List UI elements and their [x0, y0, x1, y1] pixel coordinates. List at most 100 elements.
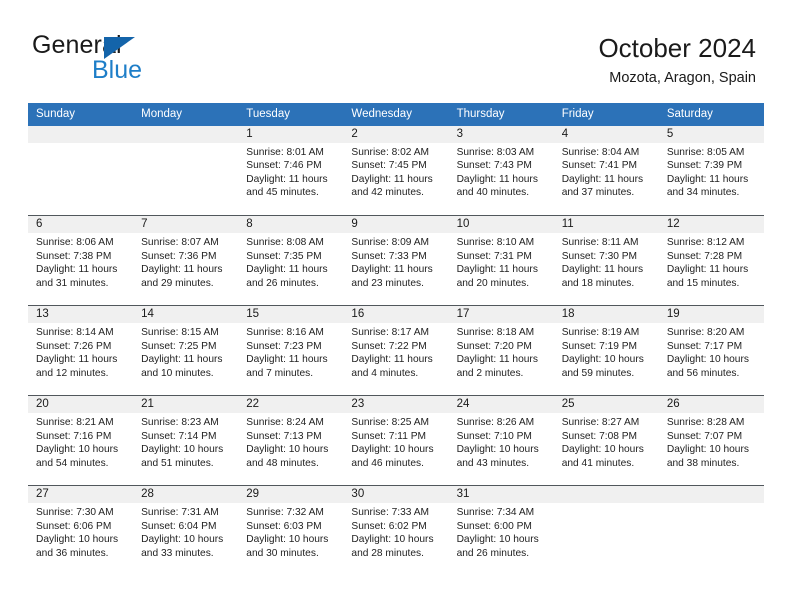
daylight-duration: Daylight: 10 hours and 28 minutes. — [351, 534, 434, 559]
calendar-day-cell[interactable]: 6 Sunrise: 8:06 AM Sunset: 7:38 PM Daylight… — [28, 215, 134, 306]
calendar-day-cell[interactable]: 17 Sunrise: 8:18 AM Sunset: 7:20 PM Dayligh… — [448, 305, 554, 396]
sunset-time: Sunset: 7:28 PM — [666, 250, 743, 262]
sunrise-time: Sunrise: 7:33 AM — [351, 507, 430, 519]
sunset-time: Sunset: 7:35 PM — [246, 250, 322, 262]
calendar-day-cell[interactable]: 31 Sunrise: 7:34 AM Sunset: 6:00 PM Dayligh… — [448, 485, 554, 576]
calendar-day-cell[interactable]: 13 Sunrise: 8:14 AM Sunset: 7:26 PM Dayligh… — [28, 305, 134, 396]
sunset-time: Sunset: 7:22 PM — [351, 340, 427, 352]
calendar-day-cell[interactable]: 8 Sunrise: 8:08 AM Sunset: 7:35 PM Daylight… — [238, 215, 344, 306]
day-cell-inner: 26 Sunrise: 8:28 AM Sunset: 7:07 PM Dayligh… — [658, 396, 764, 485]
day-cell-inner: 7 Sunrise: 8:07 AM Sunset: 7:36 PM Daylight… — [133, 216, 239, 305]
day-sun-info: Sunrise: 7:31 AM Sunset: 6:04 PM Daylight:… — [133, 503, 238, 560]
daylight-duration: Daylight: 11 hours and 45 minutes. — [246, 173, 328, 199]
calendar-day-cell[interactable]: 22 Sunrise: 8:24 AM Sunset: 7:13 PM Dayligh… — [238, 395, 344, 486]
sunrise-sunset-calendar: Sunday Monday Tuesday Wednesday Thursday… — [28, 103, 764, 576]
sunrise-time: Sunrise: 8:21 AM — [36, 417, 114, 429]
sunrise-time: Sunrise: 7:30 AM — [36, 507, 114, 519]
daylight-duration: Daylight: 10 hours and 41 minutes. — [561, 444, 644, 469]
day-sun-info: Sunrise: 7:32 AM Sunset: 6:03 PM Daylight:… — [238, 503, 343, 560]
sunset-time: Sunset: 7:19 PM — [561, 340, 638, 352]
sunrise-time: Sunrise: 8:26 AM — [456, 417, 535, 429]
sunrise-time: Sunrise: 8:04 AM — [561, 146, 640, 158]
general-blue-logo[interactable]: General Blue — [32, 33, 272, 89]
calendar-day-cell[interactable]: 19 Sunrise: 8:20 AM Sunset: 7:17 PM Dayligh… — [658, 305, 764, 396]
sunrise-time: Sunrise: 8:14 AM — [36, 327, 114, 339]
sunrise-time: Sunrise: 8:16 AM — [246, 327, 324, 339]
calendar-day-cell[interactable]: 3 Sunrise: 8:03 AM Sunset: 7:43 PM Daylight… — [448, 125, 554, 216]
daylight-duration: Daylight: 11 hours and 18 minutes. — [561, 264, 644, 289]
day-sun-info: Sunrise: 8:15 AM Sunset: 7:25 PM Daylight:… — [133, 323, 238, 380]
calendar-day-cell[interactable]: 28 Sunrise: 7:31 AM Sunset: 6:04 PM Dayligh… — [133, 485, 239, 576]
calendar-day-cell[interactable]: 12 Sunrise: 8:12 AM Sunset: 7:28 PM Dayligh… — [658, 215, 764, 306]
sunrise-time: Sunrise: 8:03 AM — [456, 146, 535, 158]
day-sun-info: Sunrise: 8:19 AM Sunset: 7:19 PM Daylight:… — [554, 323, 659, 380]
calendar-day-cell[interactable]: 9 Sunrise: 8:09 AM Sunset: 7:33 PM Daylight… — [343, 215, 449, 306]
calendar-day-cell[interactable]: 14 Sunrise: 8:15 AM Sunset: 7:25 PM Dayligh… — [133, 305, 239, 396]
daylight-duration: Daylight: 10 hours and 59 minutes. — [561, 354, 644, 379]
calendar-day-cell[interactable]: 15 Sunrise: 8:16 AM Sunset: 7:23 PM Dayligh… — [238, 305, 344, 396]
sunset-time: Sunset: 6:00 PM — [456, 520, 532, 532]
day-number: 2 — [343, 125, 449, 143]
calendar-day-cell[interactable]: 16 Sunrise: 8:17 AM Sunset: 7:22 PM Dayligh… — [343, 305, 449, 396]
daylight-duration: Daylight: 11 hours and 37 minutes. — [561, 173, 644, 199]
calendar-day-cell[interactable]: 29 Sunrise: 7:32 AM Sunset: 6:03 PM Dayligh… — [238, 485, 344, 576]
calendar-cell-empty — [553, 485, 659, 576]
sunset-time: Sunset: 7:17 PM — [666, 340, 743, 352]
day-cell-inner: 18 Sunrise: 8:19 AM Sunset: 7:19 PM Dayligh… — [553, 306, 659, 395]
day-sun-info: Sunrise: 8:03 AM Sunset: 7:43 PM Daylight:… — [449, 143, 554, 200]
sunrise-time: Sunrise: 8:09 AM — [351, 237, 430, 249]
page-header: General Blue October 2024 Mozota, Aragon… — [0, 0, 792, 96]
day-number: 10 — [448, 216, 554, 234]
calendar-day-cell[interactable]: 10 Sunrise: 8:10 AM Sunset: 7:31 PM Dayligh… — [448, 215, 554, 306]
day-sun-info: Sunrise: 8:14 AM Sunset: 7:26 PM Daylight:… — [28, 323, 133, 380]
sunset-time: Sunset: 7:39 PM — [666, 160, 743, 172]
day-cell-inner: 23 Sunrise: 8:25 AM Sunset: 7:11 PM Dayligh… — [343, 396, 449, 485]
day-cell-inner: 25 Sunrise: 8:27 AM Sunset: 7:08 PM Dayligh… — [553, 396, 659, 485]
calendar-day-cell[interactable]: 24 Sunrise: 8:26 AM Sunset: 7:10 PM Dayligh… — [448, 395, 554, 486]
calendar-day-cell[interactable]: 30 Sunrise: 7:33 AM Sunset: 6:02 PM Dayligh… — [343, 485, 449, 576]
day-number: 27 — [28, 486, 134, 504]
sunset-time: Sunset: 7:46 PM — [246, 160, 322, 172]
sunset-time: Sunset: 6:03 PM — [246, 520, 322, 532]
day-number — [28, 125, 134, 143]
daylight-duration: Daylight: 10 hours and 36 minutes. — [36, 534, 119, 559]
day-cell-inner: 29 Sunrise: 7:32 AM Sunset: 6:03 PM Dayligh… — [238, 486, 344, 576]
daylight-duration: Daylight: 10 hours and 46 minutes. — [351, 444, 434, 469]
calendar-day-cell[interactable]: 1 Sunrise: 8:01 AM Sunset: 7:46 PM Daylight… — [238, 125, 344, 216]
calendar-day-cell[interactable]: 18 Sunrise: 8:19 AM Sunset: 7:19 PM Dayligh… — [553, 305, 659, 396]
day-cell-inner: 19 Sunrise: 8:20 AM Sunset: 7:17 PM Dayligh… — [658, 306, 764, 395]
day-cell-inner: 22 Sunrise: 8:24 AM Sunset: 7:13 PM Dayligh… — [238, 396, 344, 485]
day-number: 23 — [343, 396, 449, 414]
day-sun-info: Sunrise: 8:26 AM Sunset: 7:10 PM Daylight:… — [449, 413, 554, 470]
sunset-time: Sunset: 7:23 PM — [246, 340, 322, 352]
day-sun-info: Sunrise: 8:28 AM Sunset: 7:07 PM Daylight:… — [659, 413, 764, 470]
calendar-day-cell[interactable]: 25 Sunrise: 8:27 AM Sunset: 7:08 PM Dayligh… — [553, 395, 659, 486]
calendar-cell-empty — [28, 125, 134, 216]
calendar-day-cell[interactable]: 5 Sunrise: 8:05 AM Sunset: 7:39 PM Daylight… — [658, 125, 764, 216]
sunrise-time: Sunrise: 8:18 AM — [456, 327, 535, 339]
calendar-day-cell[interactable]: 11 Sunrise: 8:11 AM Sunset: 7:30 PM Dayligh… — [553, 215, 659, 306]
day-number: 26 — [658, 396, 764, 414]
calendar-day-cell[interactable]: 20 Sunrise: 8:21 AM Sunset: 7:16 PM Dayligh… — [28, 395, 134, 486]
sunset-time: Sunset: 7:14 PM — [141, 430, 217, 442]
sunset-time: Sunset: 7:41 PM — [561, 160, 638, 172]
calendar-week-row: 20 Sunrise: 8:21 AM Sunset: 7:16 PM Dayligh… — [28, 395, 764, 486]
day-number — [133, 125, 239, 143]
calendar-day-cell[interactable]: 27 Sunrise: 7:30 AM Sunset: 6:06 PM Dayligh… — [28, 485, 134, 576]
daylight-duration: Daylight: 11 hours and 26 minutes. — [246, 264, 328, 289]
calendar-day-cell[interactable]: 21 Sunrise: 8:23 AM Sunset: 7:14 PM Dayligh… — [133, 395, 239, 486]
day-number: 3 — [448, 125, 554, 143]
calendar-day-cell[interactable]: 4 Sunrise: 8:04 AM Sunset: 7:41 PM Daylight… — [553, 125, 659, 216]
day-number: 20 — [28, 396, 134, 414]
day-number: 30 — [343, 486, 449, 504]
day-sun-info: Sunrise: 8:17 AM Sunset: 7:22 PM Daylight:… — [343, 323, 448, 380]
calendar-day-cell[interactable]: 2 Sunrise: 8:02 AM Sunset: 7:45 PM Daylight… — [343, 125, 449, 216]
calendar-day-cell[interactable]: 26 Sunrise: 8:28 AM Sunset: 7:07 PM Dayligh… — [658, 395, 764, 486]
calendar-day-cell[interactable]: 7 Sunrise: 8:07 AM Sunset: 7:36 PM Daylight… — [133, 215, 239, 306]
calendar-day-cell[interactable]: 23 Sunrise: 8:25 AM Sunset: 7:11 PM Dayligh… — [343, 395, 449, 486]
day-sun-info: Sunrise: 8:12 AM Sunset: 7:28 PM Daylight:… — [659, 233, 764, 290]
sunset-time: Sunset: 7:16 PM — [36, 430, 112, 442]
day-cell-inner: 6 Sunrise: 8:06 AM Sunset: 7:38 PM Daylight… — [28, 216, 134, 305]
day-sun-info: Sunrise: 8:20 AM Sunset: 7:17 PM Daylight:… — [659, 323, 764, 380]
day-cell-inner: 31 Sunrise: 7:34 AM Sunset: 6:00 PM Dayligh… — [448, 486, 554, 576]
